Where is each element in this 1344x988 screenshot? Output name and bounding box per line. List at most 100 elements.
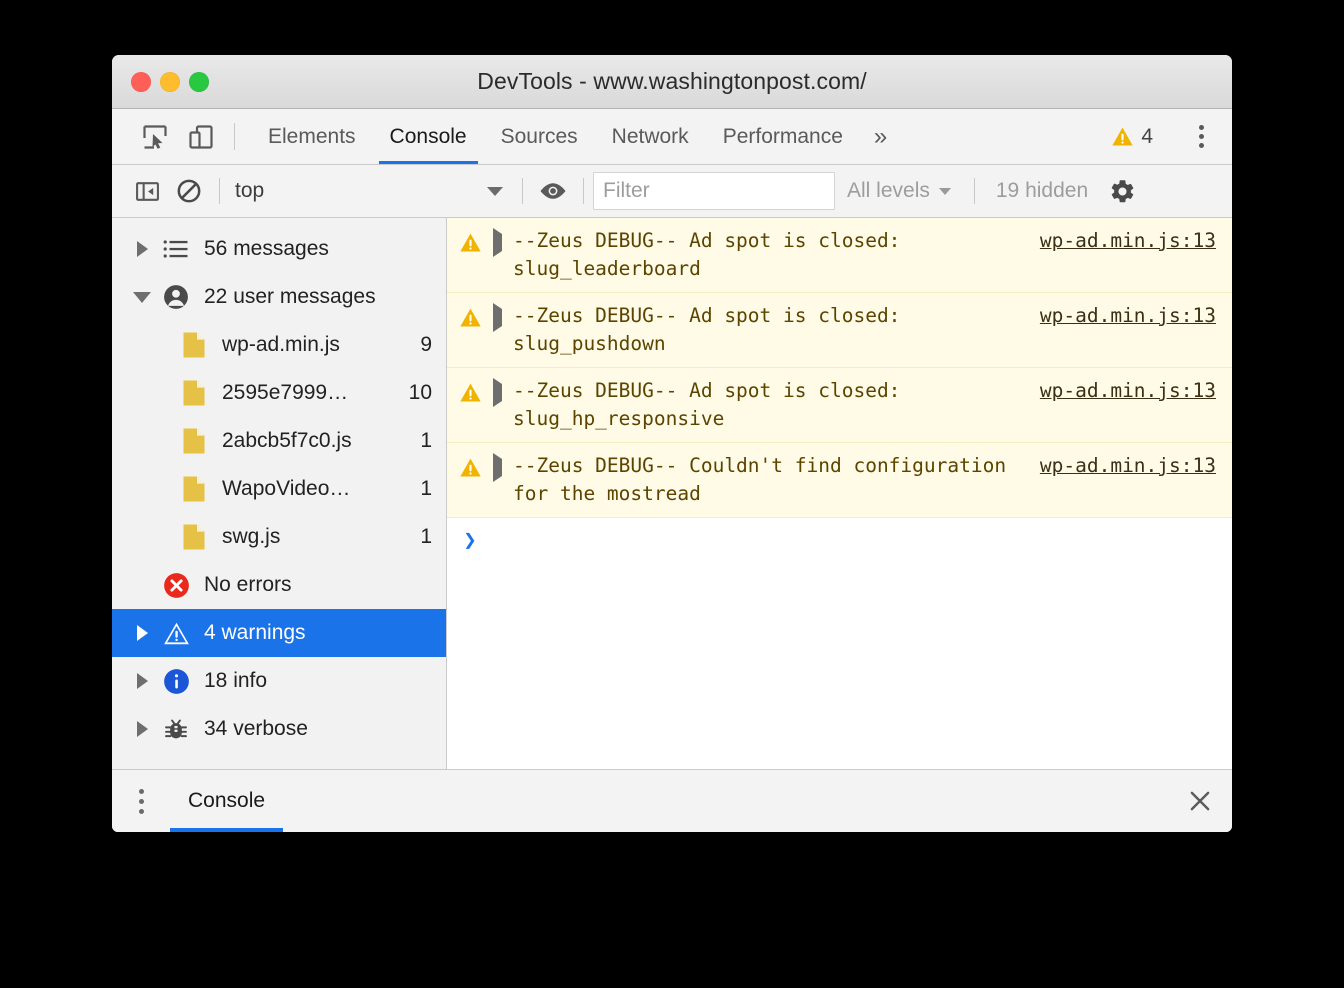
sidebar-toggle-icon [135, 179, 160, 204]
expand-message-triangle[interactable] [493, 302, 513, 332]
sidebar-item-user-messages[interactable]: 22 user messages [112, 273, 446, 321]
list-icon [156, 239, 196, 259]
more-tabs-button[interactable]: » [860, 109, 901, 164]
user-icon [156, 284, 196, 310]
devtools-tabbar: Elements Console Sources Network Perform… [112, 109, 1232, 165]
sidebar-item-verbose[interactable]: 34 verbose [112, 705, 446, 753]
chevron-double-right-icon: » [873, 122, 888, 150]
disclosure-triangle[interactable] [128, 241, 156, 257]
sidebar-item-label: WapoVideo… [222, 477, 351, 500]
console-sidebar-toggle-button[interactable] [126, 170, 168, 212]
filter-input[interactable] [593, 172, 835, 210]
inspect-element-button[interactable] [132, 109, 178, 164]
warning-icon [156, 620, 196, 647]
chevron-down-icon [487, 186, 503, 196]
console-prompt-row[interactable]: ❯ [447, 518, 1232, 586]
toolbar-divider [219, 178, 220, 204]
console-toolbar: top All levels 19 hidden [112, 165, 1232, 218]
warning-icon [447, 452, 493, 479]
sidebar-item-info[interactable]: 18 info [112, 657, 446, 705]
devtools-menu-button[interactable] [1184, 125, 1218, 148]
chevron-down-icon [938, 187, 951, 195]
js-file-icon [174, 523, 214, 551]
expand-message-triangle[interactable] [493, 227, 513, 257]
sidebar-item-no-errors[interactable]: No errors [112, 561, 446, 609]
console-message-row[interactable]: --Zeus DEBUG-- Ad spot is closed: slug_p… [447, 293, 1232, 368]
log-level-label: All levels [847, 179, 930, 202]
tab-performance[interactable]: Performance [706, 109, 860, 164]
maximize-window-button[interactable] [189, 71, 209, 92]
toolbar-divider [522, 178, 523, 204]
sidebar-item-file-wp-ad-min-js[interactable]: wp-ad.min.js 9 [112, 321, 446, 369]
kebab-dot [1198, 134, 1204, 139]
drawer-menu-button[interactable] [112, 770, 170, 832]
info-icon [156, 668, 196, 695]
minimize-window-button[interactable] [160, 71, 180, 92]
sidebar-item-warnings[interactable]: 4 warnings [112, 609, 446, 657]
console-message-row[interactable]: --Zeus DEBUG-- Ad spot is closed: slug_l… [447, 218, 1232, 293]
kebab-dot [1198, 143, 1204, 148]
console-prompt-arrow-icon: ❯ [463, 528, 477, 553]
drawer-tab-label: Console [188, 789, 266, 812]
sidebar-item-label: 34 verbose [204, 717, 308, 740]
expand-message-triangle[interactable] [493, 452, 513, 482]
live-expression-button[interactable] [532, 170, 574, 212]
eye-icon [538, 180, 568, 202]
kebab-dot [1198, 125, 1204, 130]
disclosure-triangle[interactable] [128, 625, 156, 641]
close-window-button[interactable] [131, 71, 151, 92]
warning-count-badge[interactable]: 4 [1101, 125, 1163, 149]
devtools-window: DevTools - www.washingtonpost.com/ Eleme… [112, 55, 1232, 832]
sidebar-item-count: 9 [420, 333, 432, 356]
sidebar-item-label: 4 warnings [204, 621, 306, 644]
warning-icon [447, 302, 493, 329]
tab-console[interactable]: Console [373, 109, 484, 164]
sidebar-item-file-wapovideo[interactable]: WapoVideo… 1 [112, 465, 446, 513]
drawer-tab-console[interactable]: Console [170, 770, 284, 832]
clear-console-icon [176, 178, 202, 204]
console-message-source-link[interactable]: wp-ad.min.js:13 [1040, 377, 1232, 405]
tab-network-label: Network [611, 124, 689, 148]
sidebar-item-file-swg-js[interactable]: swg.js 1 [112, 513, 446, 561]
console-message-source-link[interactable]: wp-ad.min.js:13 [1040, 452, 1232, 480]
device-toolbar-button[interactable] [178, 109, 224, 164]
sidebar-item-label: 2abcb5f7c0.js [222, 429, 352, 452]
tab-network[interactable]: Network [595, 109, 706, 164]
disclosure-triangle[interactable] [128, 291, 156, 303]
console-message-row[interactable]: --Zeus DEBUG-- Ad spot is closed: slug_h… [447, 368, 1232, 443]
sidebar-item-file-2595e7999[interactable]: 2595e7999… 10 [112, 369, 446, 417]
sidebar-item-label: wp-ad.min.js [222, 333, 340, 356]
sidebar-item-label: 22 user messages [204, 285, 376, 308]
clear-console-button[interactable] [168, 170, 210, 212]
tab-performance-label: Performance [722, 124, 843, 148]
expand-message-triangle[interactable] [493, 377, 513, 407]
inspect-element-icon [142, 124, 168, 150]
console-message-source-link[interactable]: wp-ad.min.js:13 [1040, 227, 1232, 255]
warning-triangle-icon [1111, 125, 1134, 148]
tab-elements[interactable]: Elements [251, 109, 373, 164]
drawer-close-button[interactable] [1168, 770, 1232, 832]
console-message-row[interactable]: --Zeus DEBUG-- Couldn't find configurati… [447, 443, 1232, 518]
sidebar-item-label: 2595e7999… [222, 381, 349, 404]
traffic-lights [131, 71, 209, 92]
log-level-selector[interactable]: All levels [835, 179, 965, 203]
kebab-dot [138, 808, 144, 814]
sidebar-item-label: No errors [204, 573, 292, 596]
hidden-messages-label[interactable]: 19 hidden [984, 179, 1100, 203]
warning-icon [447, 377, 493, 404]
tab-sources[interactable]: Sources [484, 109, 595, 164]
kebab-dot [138, 798, 144, 804]
disclosure-triangle[interactable] [128, 673, 156, 689]
console-settings-button[interactable] [1102, 178, 1142, 205]
tabbar-right-group: 4 [1101, 109, 1232, 164]
console-message-list[interactable]: --Zeus DEBUG-- Ad spot is closed: slug_l… [447, 218, 1232, 769]
warning-icon [447, 227, 493, 254]
console-message-source-link[interactable]: wp-ad.min.js:13 [1040, 302, 1232, 330]
sidebar-item-file-2abcb5f7c0-js[interactable]: 2abcb5f7c0.js 1 [112, 417, 446, 465]
sidebar-item-all-messages[interactable]: 56 messages [112, 225, 446, 273]
disclosure-triangle[interactable] [128, 721, 156, 737]
console-body: 56 messages 22 user messages wp-ad.min.j… [112, 218, 1232, 769]
panel-tabs: Elements Console Sources Network Perform… [251, 109, 901, 164]
tabbar-divider [234, 123, 235, 150]
execution-context-selector[interactable]: top [229, 179, 513, 203]
